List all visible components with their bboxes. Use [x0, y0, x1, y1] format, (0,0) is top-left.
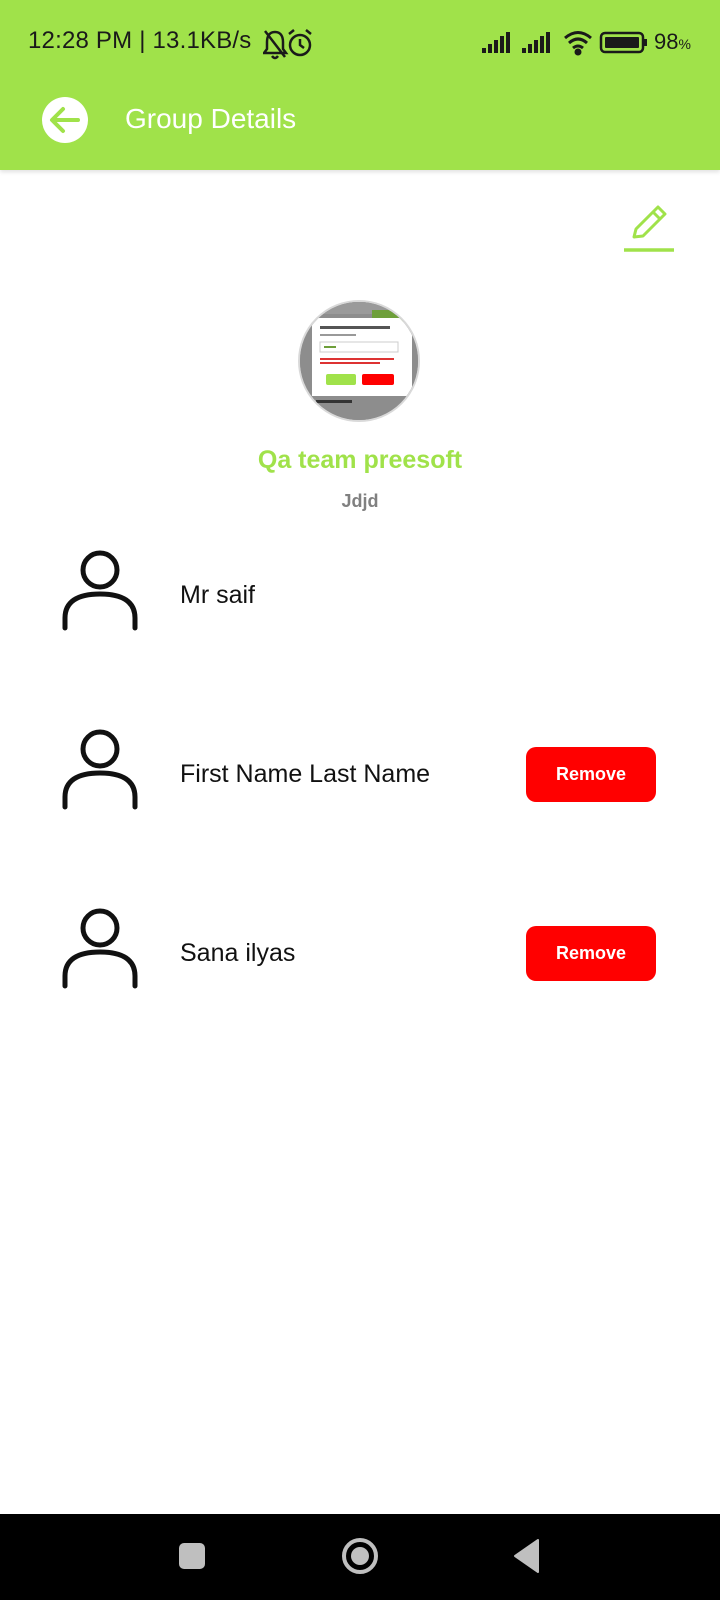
group-description: Jdjd: [341, 491, 379, 511]
app-bar: 12:28 PM | 13.1KB/s 98% Group Details: [0, 0, 720, 170]
arrow-left-icon: [50, 107, 80, 133]
pencil-icon: [624, 205, 674, 252]
page-title: Group Details: [125, 103, 297, 134]
member-name: First Name Last Name: [180, 760, 431, 788]
status-time: 12:28 PM | 13.1KB/s: [28, 27, 252, 54]
group-avatar[interactable]: [298, 300, 420, 422]
remove-member-button[interactable]: Remove: [526, 926, 656, 981]
member-row: Sana ilyas Remove: [0, 906, 720, 1006]
alarm-icon: [288, 29, 312, 57]
group-name: Qa team preesoft: [257, 446, 463, 474]
recents-square-icon[interactable]: [178, 1542, 206, 1570]
battery-percentage: 98%: [654, 29, 691, 54]
home-circle-icon[interactable]: [340, 1536, 380, 1576]
member-row: Mr saif: [0, 548, 720, 648]
back-triangle-icon[interactable]: [512, 1538, 542, 1574]
back-button[interactable]: [42, 97, 88, 143]
edit-group-button[interactable]: [622, 200, 676, 254]
signal-wifi-battery-icons: [482, 31, 647, 56]
group-avatar-image: [300, 302, 418, 420]
member-row: First Name Last Name Remove: [0, 727, 720, 827]
user-icon: [62, 908, 138, 989]
battery-icon: [599, 31, 647, 54]
member-name: Sana ilyas: [180, 939, 296, 967]
remove-member-button[interactable]: Remove: [526, 747, 656, 802]
signal-icon: [482, 32, 510, 53]
system-nav-bar: [0, 1514, 720, 1600]
signal-icon: [522, 32, 550, 53]
user-icon: [62, 550, 138, 631]
user-icon: [62, 729, 138, 810]
wifi-icon: [564, 31, 592, 56]
member-name: Mr saif: [180, 581, 255, 609]
